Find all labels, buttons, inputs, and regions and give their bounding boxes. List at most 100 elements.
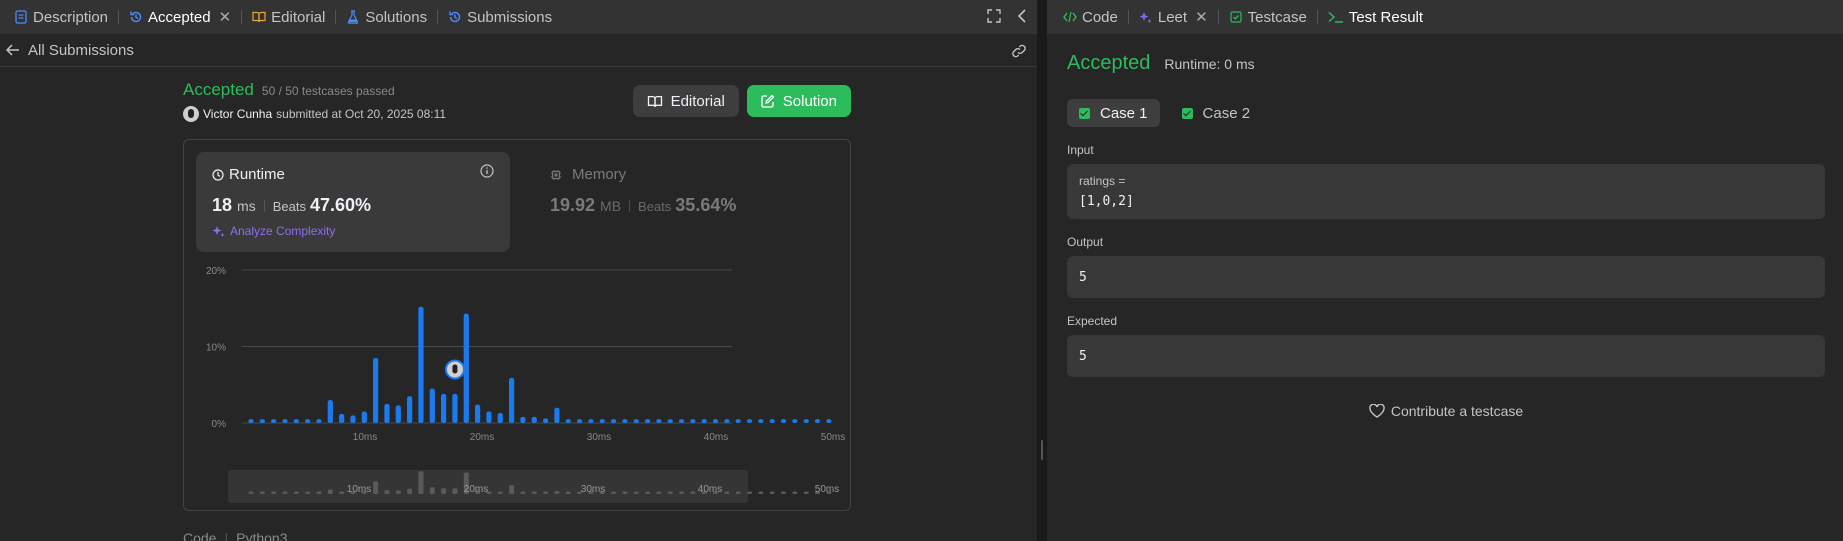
chart-bar xyxy=(248,419,254,423)
test-result-panel: Accepted Runtime: 0 ms Case 1 Case 2 Inp… xyxy=(1067,52,1825,419)
navigator-bar xyxy=(497,491,503,494)
collapse-icon[interactable] xyxy=(1017,8,1027,26)
tab-divider xyxy=(1217,10,1219,24)
x-tick-label: 50ms xyxy=(821,432,845,443)
chart-bar xyxy=(486,411,492,423)
tab-testcase[interactable]: Testcase xyxy=(1223,0,1313,34)
case-tab-2[interactable]: Case 2 xyxy=(1170,99,1263,127)
heart-icon xyxy=(1369,404,1385,418)
chart-bar xyxy=(339,413,345,423)
navigator-bar xyxy=(803,491,809,494)
chart-bar xyxy=(361,411,367,423)
tab-label: Leet xyxy=(1157,8,1188,26)
chart-bar xyxy=(542,418,549,423)
input-box[interactable]: ratings = [1,0,2] xyxy=(1067,164,1825,219)
avatar[interactable] xyxy=(183,106,199,122)
checkbox-icon xyxy=(1229,10,1243,24)
close-icon[interactable]: ✕ xyxy=(219,8,232,26)
pane-splitter[interactable] xyxy=(1037,0,1047,541)
navigator-bar xyxy=(316,491,322,494)
tab-solutions[interactable]: Solutions xyxy=(340,0,433,34)
chart-bar xyxy=(565,419,571,423)
chart-bar xyxy=(622,419,628,423)
navigator-tick-label: 40ms xyxy=(698,484,722,495)
navigator-bar xyxy=(441,488,447,494)
chart-bar xyxy=(452,393,458,423)
all-submissions-link[interactable]: All Submissions xyxy=(6,42,134,59)
navigator-bar xyxy=(429,487,435,494)
chart-bar xyxy=(746,419,753,423)
tab-test-result[interactable]: Test Result xyxy=(1322,0,1429,34)
solution-button[interactable]: Solution xyxy=(746,85,851,117)
sparkle-icon xyxy=(1139,10,1153,24)
navigator-bar xyxy=(259,491,265,494)
navigator-bar xyxy=(271,491,277,494)
navigator-bar xyxy=(679,491,685,494)
navigator-bar xyxy=(305,491,311,494)
navigator-bar xyxy=(339,491,345,494)
history-icon xyxy=(448,10,462,24)
navigator-bar xyxy=(327,489,333,494)
submitted-at: submitted at Oct 20, 2025 08:11 xyxy=(276,107,447,121)
chart-bar xyxy=(441,393,447,423)
back-label: All Submissions xyxy=(28,41,134,59)
splitter-grip[interactable] xyxy=(1041,440,1043,460)
tab-leet[interactable]: Leet ✕ xyxy=(1133,0,1214,34)
tab-label: Test Result xyxy=(1348,8,1424,26)
submission-subbar: All Submissions xyxy=(0,34,1037,67)
right-pane: Code Leet ✕ Testcase Test Result Accepte… xyxy=(1047,0,1843,541)
runtime-distribution-chart[interactable]: 20% 10% 0% 10ms 20ms 30ms 40ms 50ms 10ms 20ms 30ms… xyxy=(184,140,852,512)
chart-bar xyxy=(678,419,685,423)
chart-bar xyxy=(599,419,605,423)
x-tick-label: 20ms xyxy=(470,432,494,443)
tab-code[interactable]: Code xyxy=(1057,0,1124,34)
case-tab-1[interactable]: Case 1 xyxy=(1067,99,1160,127)
maximize-icon[interactable] xyxy=(987,8,1001,26)
tab-label: Solutions xyxy=(365,8,428,26)
terminal-icon xyxy=(1328,10,1344,24)
y-tick-label: 10% xyxy=(206,343,226,354)
navigator-bar xyxy=(690,491,696,494)
chart-bar xyxy=(293,419,299,423)
tab-divider xyxy=(437,10,439,24)
chart-bar xyxy=(395,405,401,423)
navigator-bar xyxy=(248,491,254,494)
navigator-bar xyxy=(407,488,413,494)
tab-description[interactable]: Description xyxy=(8,0,114,34)
navigator-bar xyxy=(758,491,764,494)
y-tick-label: 20% xyxy=(206,266,226,277)
navigator-bar xyxy=(633,491,639,494)
code-label: Code xyxy=(183,530,217,541)
contribute-testcase-link[interactable]: Contribute a testcase xyxy=(1067,403,1825,419)
output-box[interactable]: 5 xyxy=(1067,256,1825,298)
chart-bar xyxy=(475,404,481,423)
submission-status: Accepted xyxy=(183,80,254,99)
chart-bar xyxy=(429,388,435,423)
navigator-bar xyxy=(282,491,288,494)
chart-bar xyxy=(644,419,651,423)
book-icon xyxy=(252,10,266,24)
navigator-bar xyxy=(645,491,651,494)
chart-bar xyxy=(384,403,390,423)
link-icon[interactable] xyxy=(1011,43,1027,62)
tab-label: Testcase xyxy=(1247,8,1307,26)
edit-icon xyxy=(761,94,775,108)
expected-box[interactable]: 5 xyxy=(1067,335,1825,377)
tab-submissions[interactable]: Submissions xyxy=(442,0,558,34)
tab-accepted[interactable]: Accepted ✕ xyxy=(123,0,237,34)
navigator-bar xyxy=(735,491,741,494)
chart-bar xyxy=(712,419,719,423)
tab-editorial[interactable]: Editorial xyxy=(246,0,331,34)
chart-bar xyxy=(690,419,696,423)
navigator-bar xyxy=(622,491,628,494)
expected-value: 5 xyxy=(1079,348,1087,364)
input-value: [1,0,2] xyxy=(1079,194,1134,209)
navigator-bar xyxy=(611,491,617,494)
editorial-button[interactable]: Editorial xyxy=(632,85,739,117)
x-tick-label: 10ms xyxy=(353,432,377,443)
check-icon xyxy=(1181,107,1193,119)
input-variable: ratings = xyxy=(1079,174,1126,188)
close-icon[interactable]: ✕ xyxy=(1195,8,1208,26)
output-value: 5 xyxy=(1079,269,1087,285)
submitter-name[interactable]: Victor Cunha xyxy=(203,107,272,121)
